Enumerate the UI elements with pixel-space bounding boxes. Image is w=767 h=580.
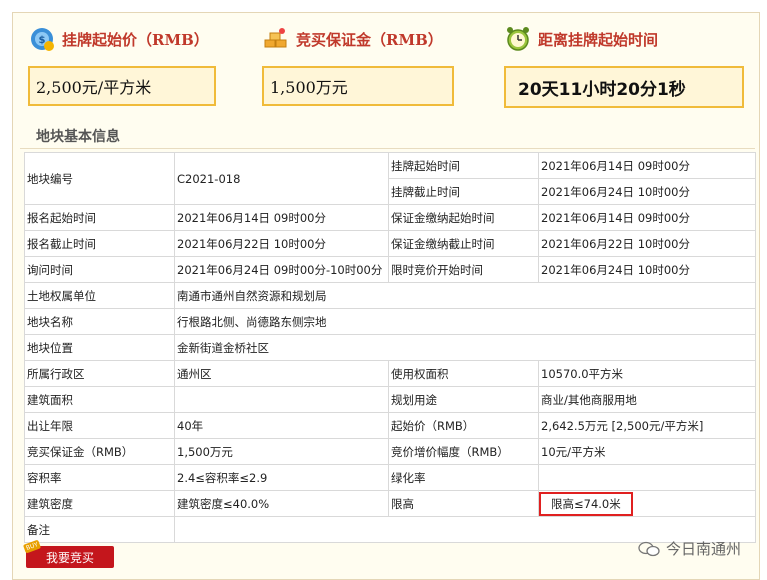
- wechat-icon: [638, 541, 660, 557]
- table-value: [538, 464, 756, 491]
- countdown-label: 距离挂牌起始时间: [538, 30, 659, 49]
- height-limit-cell: 限高≤74.0米: [538, 490, 756, 517]
- table-key: 出让年限: [24, 412, 175, 439]
- section-title: 地块基本信息: [36, 129, 120, 145]
- table-value: 商业/其他商服用地: [538, 386, 756, 413]
- alarm-clock-icon: [504, 25, 532, 53]
- table-key: 土地权属单位: [24, 282, 175, 309]
- countdown-value: 20天11小时20分1秒: [504, 66, 744, 108]
- section-divider: [20, 148, 755, 149]
- table-value: 行根路北侧、尚德路东侧宗地: [174, 308, 756, 335]
- table-value: 2021年06月14日 09时00分: [174, 204, 389, 231]
- table-key: 规划用途: [388, 386, 539, 413]
- table-value: 2021年06月24日 09时00分-10时00分: [174, 256, 389, 283]
- table-key: 报名截止时间: [24, 230, 175, 257]
- table-value: 1,500万元: [174, 438, 389, 465]
- table-key: 限高: [388, 490, 539, 517]
- table-row: 地块编号 C2021-018 挂牌起始时间 2021年06月14日 09时00分: [24, 152, 756, 205]
- price-tag-icon: $: [28, 25, 56, 53]
- watermark-text: 今日南通州: [665, 540, 741, 558]
- table-row: 报名截止时间 2021年06月22日 10时00分 保证金缴纳截止时间 2021…: [24, 230, 756, 257]
- table-row: 所属行政区 通州区 使用权面积 10570.0平方米: [24, 360, 756, 387]
- table-value: 10570.0平方米: [538, 360, 756, 387]
- table-key: 报名起始时间: [24, 204, 175, 231]
- table-value: 2.4≤容积率≤2.9: [174, 464, 389, 491]
- table-key: 地块名称: [24, 308, 175, 335]
- parcel-info-table: 地块编号 C2021-018 挂牌起始时间 2021年06月14日 09时00分…: [24, 152, 756, 543]
- table-key: 地块位置: [24, 334, 175, 361]
- table-key: 所属行政区: [24, 360, 175, 387]
- table-key: 建筑面积: [24, 386, 175, 413]
- table-value: 2021年06月24日 10时00分: [538, 256, 756, 283]
- table-row: 建筑面积 规划用途 商业/其他商服用地: [24, 386, 756, 413]
- table-row: 建筑密度 建筑密度≤40.0% 限高 限高≤74.0米: [24, 490, 756, 517]
- table-key: 建筑密度: [24, 490, 175, 517]
- table-value: C2021-018: [174, 152, 389, 205]
- table-value: 10元/平方米: [538, 438, 756, 465]
- table-key: 限时竞价开始时间: [388, 256, 539, 283]
- bid-button-label: 我要竞买: [45, 550, 94, 565]
- table-row: 土地权属单位 南通市通州自然资源和规划局: [24, 282, 756, 309]
- table-value: 2021年06月22日 10时00分: [174, 230, 389, 257]
- table-key: 地块编号: [24, 152, 175, 205]
- table-value: 南通市通州自然资源和规划局: [174, 282, 756, 309]
- table-row: 报名起始时间 2021年06月14日 09时00分 保证金缴纳起始时间 2021…: [24, 204, 756, 231]
- table-key: 使用权面积: [388, 360, 539, 387]
- table-key: 挂牌截止时间: [388, 178, 539, 205]
- table-key: 备注: [24, 516, 175, 543]
- table-value: 2021年06月24日 10时00分: [538, 178, 756, 205]
- table-key: 起始价（RMB）: [388, 412, 539, 439]
- table-key: 容积率: [24, 464, 175, 491]
- table-key: 绿化率: [388, 464, 539, 491]
- table-key: 询问时间: [24, 256, 175, 283]
- table-row: 地块名称 行根路北侧、尚德路东侧宗地: [24, 308, 756, 335]
- table-key: 保证金缴纳起始时间: [388, 204, 539, 231]
- table-value: 40年: [174, 412, 389, 439]
- table-value: 2021年06月22日 10时00分: [538, 230, 756, 257]
- table-value: 2021年06月14日 09时00分: [538, 152, 756, 179]
- table-row: 地块位置 金新街道金桥社区: [24, 334, 756, 361]
- table-value: 2021年06月14日 09时00分: [538, 204, 756, 231]
- table-key: 竞价增价幅度（RMB）: [388, 438, 539, 465]
- table-value: 建筑密度≤40.0%: [174, 490, 389, 517]
- table-row: 容积率 2.4≤容积率≤2.9 绿化率: [24, 464, 756, 491]
- height-limit-highlight: 限高≤74.0米: [539, 491, 633, 516]
- table-value: 通州区: [174, 360, 389, 387]
- table-key: 挂牌起始时间: [388, 152, 539, 179]
- deposit-value: 1,500万元: [262, 66, 454, 106]
- table-row: 出让年限 40年 起始价（RMB） 2,642.5万元 [2,500元/平方米]: [24, 412, 756, 439]
- start-price-label: 挂牌起始价（RMB）: [62, 30, 209, 49]
- deposit-label: 竞买保证金（RMB）: [296, 30, 443, 49]
- table-key: 竞买保证金（RMB）: [24, 438, 175, 465]
- table-value: [174, 386, 389, 413]
- table-row: 竞买保证金（RMB） 1,500万元 竞价增价幅度（RMB） 10元/平方米: [24, 438, 756, 465]
- table-row: 询问时间 2021年06月24日 09时00分-10时00分 限时竞价开始时间 …: [24, 256, 756, 283]
- gold-bars-icon: [262, 25, 290, 53]
- watermark: 今日南通州: [638, 538, 741, 559]
- start-price-value: 2,500元/平方米: [28, 66, 216, 106]
- table-value: 2,642.5万元 [2,500元/平方米]: [538, 412, 756, 439]
- table-key: 保证金缴纳截止时间: [388, 230, 539, 257]
- table-value: 金新街道金桥社区: [174, 334, 756, 361]
- bid-button[interactable]: BUY 我要竞买: [22, 539, 114, 568]
